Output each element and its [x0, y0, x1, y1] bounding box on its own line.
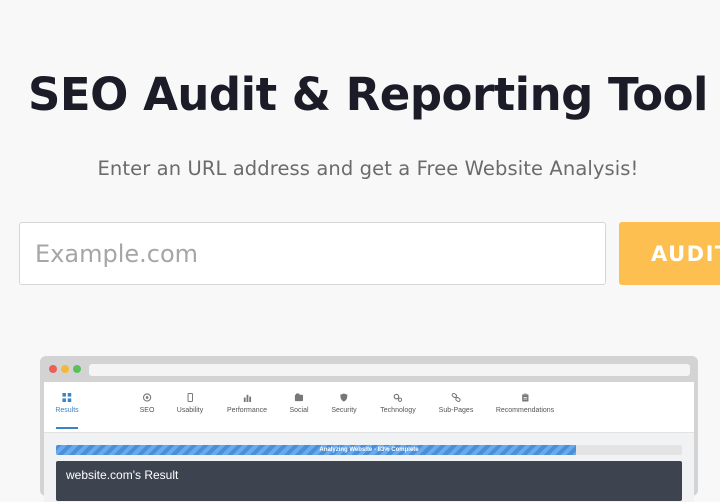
address-bar — [89, 364, 690, 376]
tab-label: Security — [331, 407, 357, 414]
shield-icon — [340, 393, 348, 402]
tab-sub-pages[interactable]: Sub-Pages — [438, 393, 474, 414]
target-icon — [142, 393, 152, 402]
browser-titlebar — [40, 356, 698, 382]
tab-recommendations[interactable]: Recommendations — [496, 393, 554, 414]
tab-security[interactable]: Security — [331, 393, 357, 414]
url-input[interactable] — [19, 222, 606, 285]
tab-usability[interactable]: Usability — [177, 393, 203, 414]
progress-label: Analyzing Website - 83% Complete — [319, 447, 419, 453]
report-tabs: Results SEO Usability Performance Social… — [44, 382, 694, 433]
mobile-icon — [187, 393, 193, 402]
gears-icon — [393, 393, 403, 402]
tab-performance[interactable]: Performance — [227, 393, 267, 414]
tab-label: Recommendations — [495, 407, 555, 414]
grid-icon — [62, 393, 72, 402]
active-tab-indicator — [56, 427, 78, 429]
clipboard-icon — [521, 393, 529, 402]
tab-label: Usability — [176, 407, 204, 414]
tab-social[interactable]: Social — [289, 393, 309, 414]
audit-button[interactable]: AUDIT — [619, 222, 720, 285]
tab-label: Sub-Pages — [438, 407, 474, 414]
social-icon — [294, 393, 304, 402]
page-subtitle: Enter an URL address and get a Free Webs… — [97, 157, 639, 180]
tab-technology[interactable]: Technology — [380, 393, 416, 414]
browser-preview: Results SEO Usability Performance Social… — [40, 356, 698, 502]
result-header: website.com's Result — [56, 461, 682, 501]
tab-label: SEO — [139, 407, 155, 414]
preview-viewport: Results SEO Usability Performance Social… — [44, 382, 694, 502]
page-title: SEO Audit & Reporting Tool — [28, 68, 708, 121]
analysis-progress-bar: Analyzing Website - 83% Complete — [56, 445, 682, 455]
minimize-dot — [61, 365, 69, 373]
bar-chart-icon — [243, 394, 251, 402]
tab-label: Technology — [380, 407, 416, 414]
tab-results[interactable]: Results — [55, 393, 79, 414]
close-dot — [49, 365, 57, 373]
maximize-dot — [73, 365, 81, 373]
tab-label: Results — [55, 407, 79, 414]
tab-seo[interactable]: SEO — [139, 393, 155, 414]
tab-label: Performance — [226, 407, 268, 414]
link-icon — [451, 393, 461, 402]
tab-label: Social — [289, 407, 309, 414]
